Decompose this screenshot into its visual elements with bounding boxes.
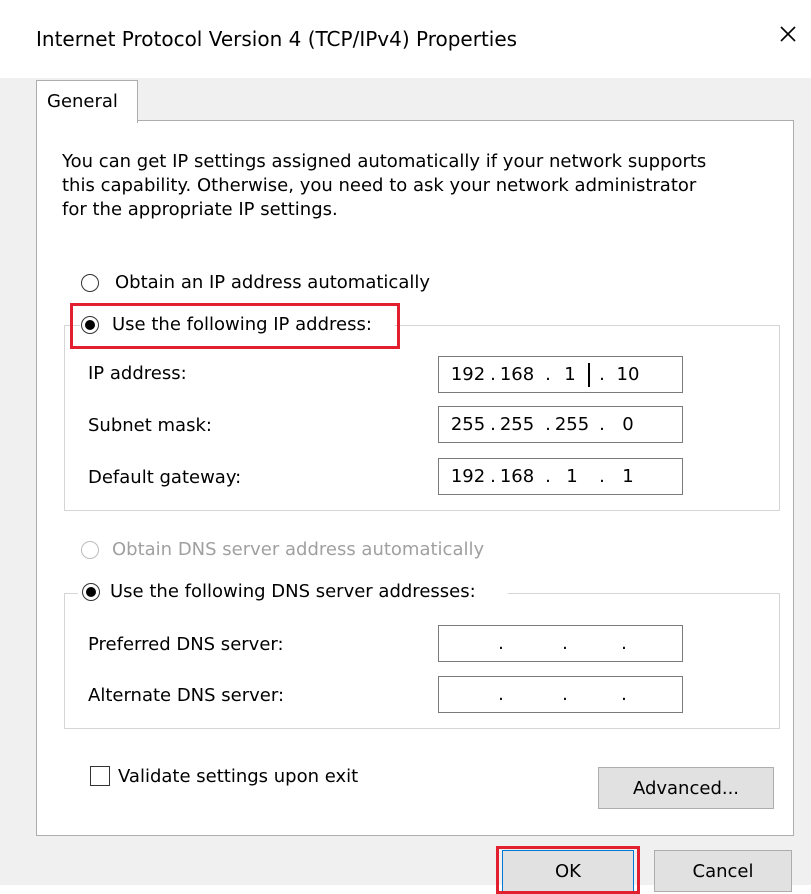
- ip-address-dot: .: [599, 364, 605, 385]
- subnet-mask-octet-4: 0: [622, 414, 634, 435]
- subnet-mask-field[interactable]: 255 . 255 . 255 . 0: [438, 406, 683, 443]
- validate-settings-option[interactable]: Validate settings upon exit: [88, 764, 408, 792]
- default-gateway-octet-1: 192: [450, 466, 486, 487]
- default-gateway-octet-2: 168: [499, 466, 535, 487]
- validate-settings-checkbox[interactable]: [90, 766, 110, 786]
- cancel-button-label: Cancel: [692, 861, 754, 882]
- alternate-dns-field[interactable]: . . .: [438, 676, 683, 713]
- close-button[interactable]: [770, 16, 806, 52]
- alternate-dns-dot: .: [562, 684, 568, 705]
- alternate-dns-dot: .: [621, 684, 627, 705]
- obtain-ip-auto-label: Obtain an IP address automatically: [115, 272, 431, 293]
- close-icon: [780, 26, 796, 42]
- obtain-dns-auto-label: Obtain DNS server address automatically: [112, 539, 485, 560]
- preferred-dns-field[interactable]: . . .: [438, 625, 683, 662]
- advanced-button-label: Advanced...: [632, 778, 740, 799]
- ipv4-properties-dialog: Internet Protocol Version 4 (TCP/IPv4) P…: [0, 0, 811, 894]
- obtain-ip-auto-option[interactable]: Obtain an IP address automatically: [80, 270, 480, 298]
- subnet-mask-dot: .: [490, 414, 496, 435]
- advanced-button[interactable]: Advanced...: [598, 767, 774, 809]
- alternate-dns-label: Alternate DNS server:: [88, 685, 285, 706]
- cancel-button[interactable]: Cancel: [654, 850, 792, 892]
- default-gateway-field[interactable]: 192 . 168 . 1 . 1: [438, 458, 683, 495]
- ip-address-octet-3: 1: [564, 364, 576, 385]
- ip-address-octet-2: 168: [499, 364, 535, 385]
- validate-settings-label: Validate settings upon exit: [118, 766, 359, 787]
- ip-address-label: IP address:: [88, 363, 187, 384]
- ip-address-field[interactable]: 192 . 168 . 1 . 10: [438, 356, 683, 393]
- use-following-dns-radio[interactable]: [82, 583, 100, 601]
- tab-general[interactable]: General: [36, 80, 138, 123]
- subnet-mask-octet-1: 255: [450, 414, 486, 435]
- text-cursor: [588, 363, 590, 387]
- default-gateway-dot: .: [599, 466, 605, 487]
- subnet-mask-dot: .: [545, 414, 551, 435]
- ip-address-dot: .: [490, 364, 496, 385]
- obtain-dns-auto-radio[interactable]: [81, 541, 99, 559]
- obtain-dns-auto-option[interactable]: Obtain DNS server address automatically: [80, 537, 520, 565]
- title-bar: Internet Protocol Version 4 (TCP/IPv4) P…: [0, 0, 811, 78]
- preferred-dns-label: Preferred DNS server:: [88, 634, 284, 655]
- subnet-mask-dot: .: [599, 414, 605, 435]
- default-gateway-octet-3: 1: [566, 466, 578, 487]
- use-following-dns-option[interactable]: Use the following DNS server addresses:: [78, 579, 508, 607]
- ip-address-octet-4: 10: [616, 364, 640, 385]
- default-gateway-label: Default gateway:: [88, 467, 242, 488]
- subnet-mask-label: Subnet mask:: [88, 415, 212, 436]
- dialog-title: Internet Protocol Version 4 (TCP/IPv4) P…: [36, 27, 518, 51]
- default-gateway-dot: .: [545, 466, 551, 487]
- highlight-use-following-ip: [70, 303, 400, 349]
- ip-address-dot: .: [545, 364, 551, 385]
- preferred-dns-dot: .: [498, 633, 504, 654]
- default-gateway-dot: .: [490, 466, 496, 487]
- subnet-mask-octet-3: 255: [554, 414, 590, 435]
- intro-text: You can get IP settings assigned automat…: [62, 151, 707, 220]
- use-following-dns-label: Use the following DNS server addresses:: [110, 581, 476, 602]
- preferred-dns-dot: .: [562, 633, 568, 654]
- subnet-mask-octet-2: 255: [499, 414, 535, 435]
- highlight-ok-button: [496, 846, 640, 894]
- ip-address-octet-1: 192: [450, 364, 486, 385]
- tab-general-label: General: [47, 91, 118, 112]
- alternate-dns-dot: .: [498, 684, 504, 705]
- default-gateway-octet-4: 1: [622, 466, 634, 487]
- obtain-ip-auto-radio[interactable]: [81, 274, 99, 292]
- preferred-dns-dot: .: [621, 633, 627, 654]
